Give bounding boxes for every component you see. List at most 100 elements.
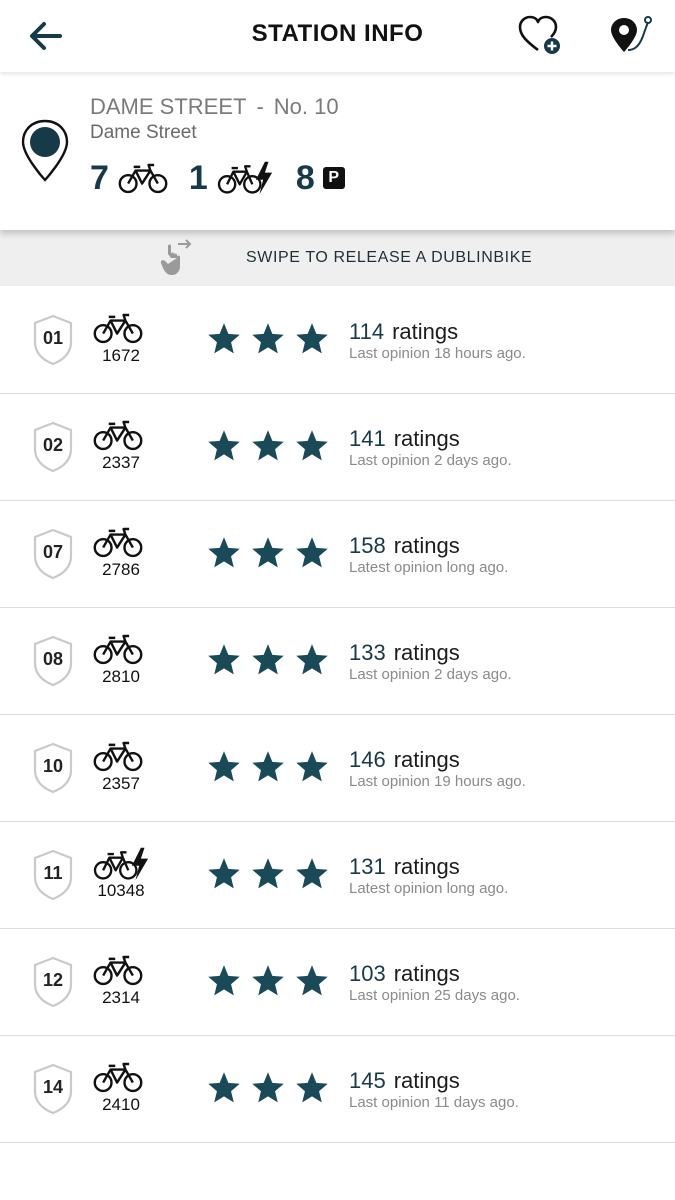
rating-count-number: 103 <box>349 961 386 986</box>
rating-count-number: 141 <box>349 426 386 451</box>
star-icon <box>208 751 240 782</box>
rating-count-label: ratings <box>393 426 460 451</box>
bike-id: 1672 <box>102 346 140 365</box>
bike-icon <box>118 163 168 194</box>
last-opinion: Last opinion 11 days ago. <box>349 1094 519 1111</box>
star-icon <box>296 430 328 461</box>
bike-row[interactable]: 07 2786 158 ratings Latest opinion long ago. <box>0 501 675 608</box>
star-icon <box>208 1072 240 1103</box>
rating-count-label: ratings <box>393 747 460 772</box>
bike-row[interactable]: 14 2410 145 ratings Last opinion 11 days ago… <box>0 1036 675 1143</box>
bike-icon <box>93 634 143 665</box>
bike-id: 2337 <box>102 453 140 472</box>
bike-row[interactable]: 12 2314 103 ratings Last opinion 25 days ago… <box>0 929 675 1036</box>
bike-row[interactable]: 10 2357 146 ratings Last opinion 19 hours ag… <box>0 715 675 822</box>
star-icon <box>296 858 328 889</box>
bike-icon <box>93 741 143 772</box>
bike-icon <box>93 420 143 451</box>
ebike-icon <box>93 847 149 881</box>
last-opinion: Last opinion 25 days ago. <box>349 987 520 1004</box>
star-icon <box>252 751 284 782</box>
station-name: DAME STREET <box>90 94 247 119</box>
parking-icon: P <box>322 167 345 189</box>
rating-count: 131 ratings <box>349 854 460 880</box>
swipe-hand-icon <box>160 239 192 275</box>
station-address: Dame Street <box>90 122 197 143</box>
star-icon <box>296 323 328 354</box>
parking-available-count: 8 <box>295 158 315 197</box>
top-bar: STATION INFO <box>0 0 675 72</box>
location-pin-icon <box>21 119 69 182</box>
rating-count-number: 131 <box>349 854 386 879</box>
ebike-icon <box>217 161 272 195</box>
bike-id: 2357 <box>102 774 140 793</box>
bikes-available-count: 7 <box>90 158 109 197</box>
rating-count: 103 ratings <box>349 961 460 987</box>
star-icon <box>208 858 240 889</box>
bike-type <box>92 739 148 775</box>
rating-count: 114 ratings <box>349 319 458 345</box>
bike-row[interactable]: 01 1672 114 ratings Last opinion 18 hours ag… <box>0 287 675 394</box>
bike-type <box>92 418 148 454</box>
star-rating <box>206 428 330 464</box>
last-opinion: Latest opinion long ago. <box>349 559 509 576</box>
bike-list: 01 1672 114 ratings Last opinion 18 hours ag… <box>0 287 675 1143</box>
star-icon <box>296 537 328 568</box>
bike-id: 2810 <box>102 667 140 686</box>
star-icon <box>252 537 284 568</box>
star-rating <box>206 963 330 999</box>
rating-count-label: ratings <box>393 533 460 558</box>
rating-count: 145 ratings <box>349 1068 460 1094</box>
bike-type <box>92 846 149 882</box>
bike-row[interactable]: 02 2337 141 ratings Last opinion 2 days ago. <box>0 394 675 501</box>
rating-count-number: 158 <box>349 533 386 558</box>
bike-icon <box>93 1062 143 1093</box>
bike-icon <box>93 955 143 986</box>
star-icon <box>252 644 284 675</box>
star-icon <box>252 430 284 461</box>
rating-count-label: ratings <box>393 1068 460 1093</box>
star-icon <box>208 965 240 996</box>
last-opinion: Last opinion 18 hours ago. <box>349 345 526 362</box>
star-icon <box>208 644 240 675</box>
star-icon <box>296 644 328 675</box>
star-icon <box>208 537 240 568</box>
star-rating <box>206 535 330 571</box>
map-pin-route-icon <box>611 16 652 52</box>
star-icon <box>296 965 328 996</box>
bike-id: 2410 <box>102 1095 140 1114</box>
rating-count: 158 ratings <box>349 533 460 559</box>
swipe-hint-bar[interactable]: SWIPE TO RELEASE A DUBLINBIKE <box>0 230 675 286</box>
star-rating <box>206 321 330 357</box>
star-rating <box>206 749 330 785</box>
rating-count-label: ratings <box>393 961 460 986</box>
bike-id: 2314 <box>102 988 140 1007</box>
star-rating <box>206 1070 330 1106</box>
star-icon <box>252 858 284 889</box>
star-icon <box>296 751 328 782</box>
availability-summary: 7 1 8 P <box>90 156 365 200</box>
page-title: STATION INFO <box>251 20 424 47</box>
star-icon <box>208 430 240 461</box>
bike-type <box>92 311 148 347</box>
last-opinion: Last opinion 2 days ago. <box>349 452 512 469</box>
add-favorite-button[interactable] <box>516 14 564 56</box>
last-opinion: Last opinion 2 days ago. <box>349 666 512 683</box>
bike-row[interactable]: 08 2810 133 ratings Last opinion 2 days ago. <box>0 608 675 715</box>
route-map-button[interactable] <box>606 14 654 56</box>
ebikes-available-count: 1 <box>188 158 208 197</box>
rating-count-number: 145 <box>349 1068 386 1093</box>
star-icon <box>296 1072 328 1103</box>
rating-count: 141 ratings <box>349 426 460 452</box>
bike-type <box>92 525 148 561</box>
star-icon <box>252 965 284 996</box>
rating-count-number: 146 <box>349 747 386 772</box>
star-rating <box>206 642 330 678</box>
name-separator: - <box>256 94 264 119</box>
bike-id: 2786 <box>102 560 140 579</box>
heart-plus-icon <box>518 15 560 54</box>
last-opinion: Latest opinion long ago. <box>349 880 509 897</box>
bike-row[interactable]: 11 10348 131 ratings Latest opinion long ago… <box>0 822 675 929</box>
swipe-hint-text: SWIPE TO RELEASE A DUBLINBIKE <box>246 249 533 266</box>
bike-type <box>92 1060 148 1096</box>
